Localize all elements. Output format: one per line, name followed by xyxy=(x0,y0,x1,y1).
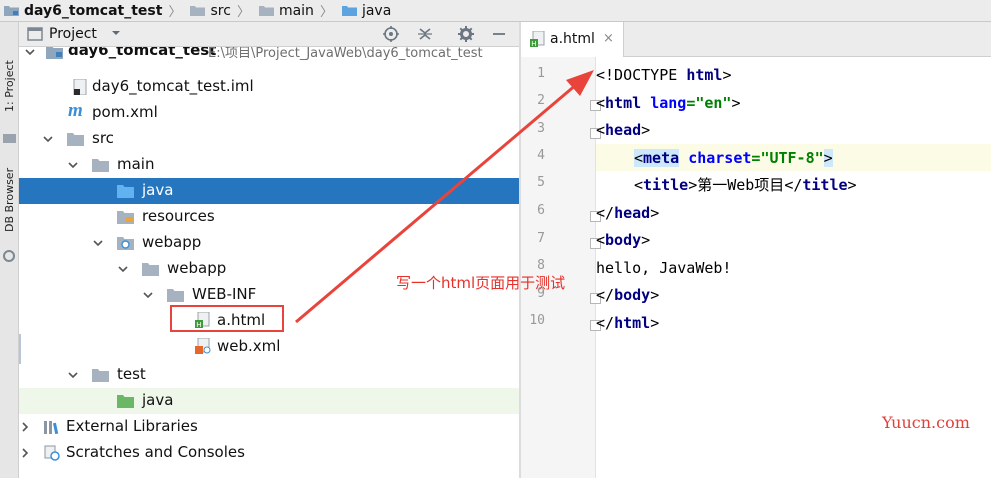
tree-item-main[interactable]: main xyxy=(19,152,519,178)
tool-tab-marker-icon xyxy=(3,134,16,143)
chevron-down-icon[interactable] xyxy=(117,263,129,275)
xml-file-icon xyxy=(195,338,211,354)
tree-item-module[interactable]: day6_tomcat_test E:\项目\Project_JavaWeb\d… xyxy=(19,47,519,65)
project-view-title[interactable]: Project xyxy=(49,26,97,42)
editor-tab-bar: H a.html × xyxy=(521,22,991,57)
test-folder-icon xyxy=(117,395,134,408)
code-line-4-current: <meta charset = "UTF-8" > xyxy=(596,144,991,171)
breadcrumb-item-src[interactable]: src 〉 xyxy=(186,0,254,22)
folder-icon xyxy=(142,263,159,276)
module-folder-icon xyxy=(46,47,63,59)
chevron-down-icon[interactable] xyxy=(67,159,79,171)
chevron-down-icon[interactable] xyxy=(67,369,79,381)
scroll-indicator xyxy=(19,334,21,364)
annotation-label: 写一个html页面用于测试 xyxy=(396,274,566,292)
svg-text:H: H xyxy=(531,40,536,47)
tree-item-web-xml[interactable]: web.xml xyxy=(19,334,519,360)
gear-icon[interactable] xyxy=(458,26,474,42)
code-line-1: <!DOCTYPE html > xyxy=(596,65,732,84)
annotation-highlight-box xyxy=(170,305,284,332)
code-line-10: </html > xyxy=(596,313,660,332)
chevron-down-icon[interactable] xyxy=(92,237,104,249)
tree-item-external-libraries[interactable]: External Libraries xyxy=(19,414,519,440)
libraries-icon xyxy=(44,421,59,435)
watermark: Yuucn.com xyxy=(882,413,970,432)
folder-icon xyxy=(67,133,84,146)
breadcrumb-item-module[interactable]: day6_tomcat_test 〉 xyxy=(0,0,186,22)
project-panel: Project day6_tomcat_test E:\项目\Project_J… xyxy=(19,22,519,478)
db-browser-tool-tab[interactable]: DB Browser xyxy=(0,154,19,246)
chevron-down-icon[interactable] xyxy=(111,28,121,38)
iml-file-icon xyxy=(73,79,87,95)
breadcrumb-item-main[interactable]: main 〉 xyxy=(255,0,338,22)
folder-icon xyxy=(190,6,206,16)
breadcrumb: day6_tomcat_test 〉 src 〉 main 〉 java xyxy=(0,0,991,22)
code-line-9: </body > xyxy=(596,285,660,304)
db-browser-icon xyxy=(3,250,15,262)
html-file-icon: H xyxy=(530,31,545,47)
code-line-3: < head > xyxy=(596,120,651,139)
code-line-6: </head > xyxy=(596,203,660,222)
tree-item-test[interactable]: test xyxy=(19,362,519,388)
tree-item-resources[interactable]: resources xyxy=(19,204,519,230)
module-folder-icon xyxy=(4,6,19,16)
tool-window-strip: 1: Project DB Browser xyxy=(0,22,19,478)
web-folder-icon xyxy=(117,237,134,250)
tree-item-src[interactable]: src xyxy=(19,126,519,152)
chevron-down-icon[interactable] xyxy=(142,289,154,301)
chevron-right-icon[interactable] xyxy=(19,421,31,433)
tree-item-iml[interactable]: day6_tomcat_test.iml xyxy=(19,74,519,100)
resources-folder-icon xyxy=(117,211,134,224)
folder-icon xyxy=(258,6,274,16)
chevron-down-icon[interactable] xyxy=(24,47,36,58)
tab-a-html[interactable]: H a.html × xyxy=(521,22,624,57)
tree-item-pom[interactable]: m pom.xml xyxy=(19,100,519,126)
chevron-down-icon[interactable] xyxy=(42,133,54,145)
tree-item-java-selected[interactable]: java xyxy=(19,178,519,204)
breadcrumb-item-java[interactable]: java xyxy=(338,0,391,22)
line-number-gutter: 1 2 3 4 5 6 7 8 9 10 xyxy=(521,57,601,478)
minimize-icon[interactable] xyxy=(491,26,507,42)
project-panel-header: Project xyxy=(19,22,519,47)
folder-icon xyxy=(167,289,184,302)
tree-item-scratches[interactable]: Scratches and Consoles xyxy=(19,440,519,466)
code-line-2: < html lang = "en" > xyxy=(596,93,741,112)
editor-pane: H a.html × 1 2 3 4 5 6 7 8 9 10 <!DOCTYP… xyxy=(521,22,991,478)
folder-icon xyxy=(92,159,109,172)
maven-icon: m xyxy=(68,100,83,121)
tree-item-webapp[interactable]: webapp xyxy=(19,230,519,256)
code-line-5: < title > 第一Web项目 </title > xyxy=(634,175,857,195)
tree-item-test-java[interactable]: java xyxy=(19,388,519,414)
source-folder-icon xyxy=(341,6,357,16)
project-tool-tab[interactable]: 1: Project xyxy=(0,42,19,130)
collapse-all-icon[interactable] xyxy=(417,26,433,42)
code-line-8: hello, JavaWeb! xyxy=(596,258,732,277)
locate-icon[interactable] xyxy=(383,26,399,42)
source-folder-icon xyxy=(117,185,134,198)
folder-icon xyxy=(92,369,109,382)
close-icon[interactable]: × xyxy=(603,31,614,46)
code-line-7: < body > xyxy=(596,230,651,249)
project-view-icon xyxy=(27,27,43,41)
chevron-right-icon[interactable] xyxy=(19,447,31,459)
scratches-icon xyxy=(44,445,60,461)
